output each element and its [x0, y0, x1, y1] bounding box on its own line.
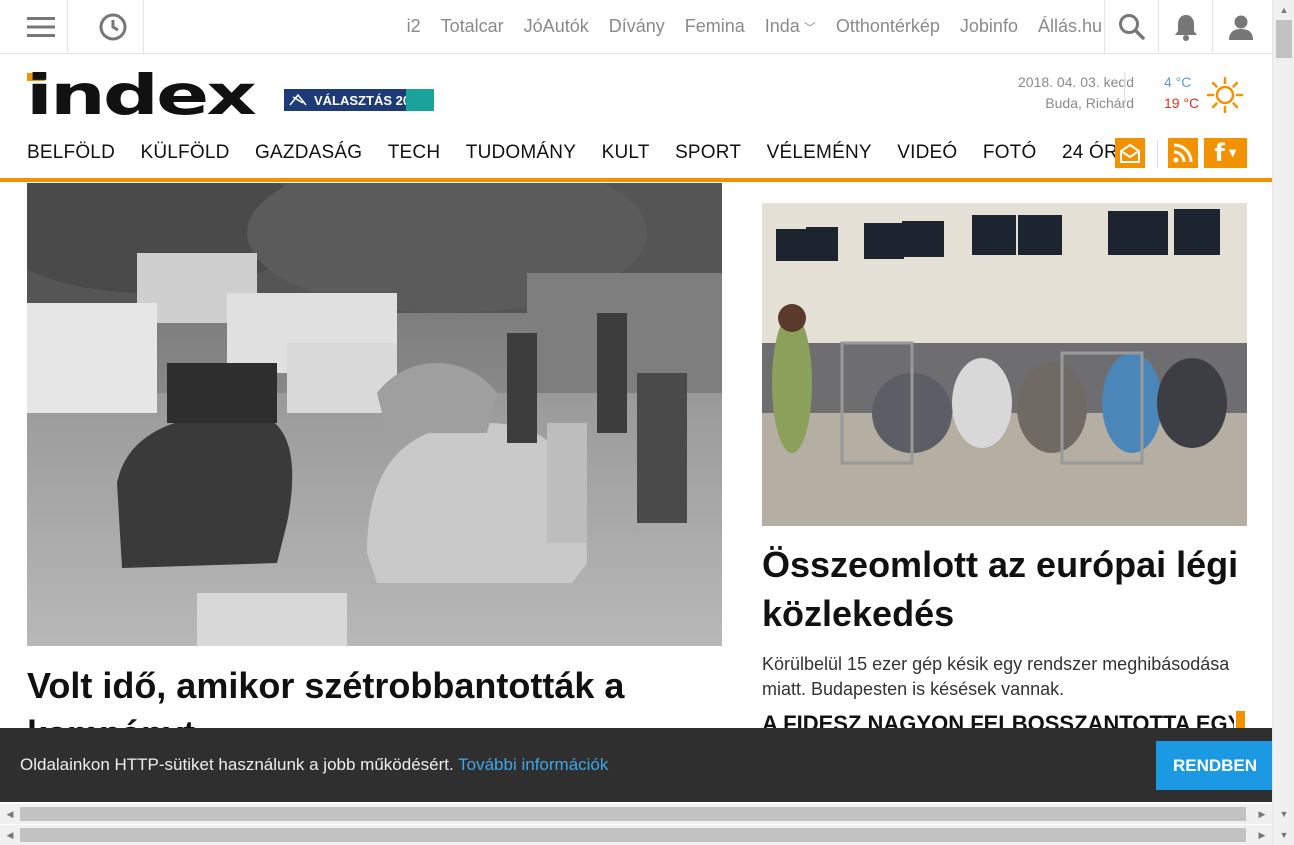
cookie-consent-bar: Oldalainkon HTTP-sütiket használunk a jo… — [0, 728, 1274, 802]
nav-item-foto[interactable]: FOTÓ — [983, 142, 1037, 164]
clock-icon[interactable] — [82, 0, 144, 53]
partner-link-femina[interactable]: Femina — [685, 16, 745, 37]
cookie-message-text: Oldalainkon HTTP-sütiket használunk a jo… — [20, 755, 454, 774]
election-icon — [289, 93, 307, 106]
nav-item-tech[interactable]: TECH — [388, 142, 441, 164]
vertical-scrollbar-thumb[interactable] — [1276, 20, 1292, 58]
sun-icon[interactable] — [1206, 76, 1244, 114]
article-photo-car-bomb[interactable] — [27, 183, 722, 646]
nav-item-gazdasag[interactable]: GAZDASÁG — [255, 142, 362, 164]
nav-item-tudomany[interactable]: TUDOMÁNY — [466, 142, 576, 164]
current-date: 2018. 04. 03. kedd — [1018, 74, 1134, 90]
horizontal-scrollbar[interactable]: ◀ ▶ — [0, 804, 1272, 824]
facebook-dropdown-button[interactable]: f ▼ — [1204, 138, 1247, 168]
top-utility-bar: i2 Totalcar JóAutók Dívány Femina Inda ﹀ … — [0, 0, 1272, 54]
article-photo-airport[interactable] — [762, 203, 1247, 526]
bell-icon[interactable] — [1158, 0, 1212, 53]
partner-links: i2 Totalcar JóAutók Dívány Femina Inda ﹀ … — [407, 0, 1102, 53]
partner-link-otthonterkep[interactable]: Otthontérkép — [836, 16, 940, 37]
index-logo[interactable]: index — [26, 63, 258, 127]
nav-item-kulfold[interactable]: KÜLFÖLD — [141, 142, 230, 164]
partner-link-inda-label: Inda — [764, 16, 800, 36]
scroll-right-arrow-icon-2[interactable]: ▶ — [1254, 827, 1270, 843]
cookie-more-info-link[interactable]: További információk — [458, 755, 608, 774]
scroll-up-arrow-icon[interactable]: ▲ — [1273, 2, 1294, 18]
newsletter-mail-icon[interactable] — [1115, 138, 1145, 168]
temp-high: 19 °C — [1164, 95, 1200, 111]
header-divider — [1124, 72, 1125, 112]
nav-item-belfold[interactable]: BELFÖLD — [27, 142, 115, 164]
vertical-scrollbar[interactable]: ▲ ▼ ▼ — [1272, 0, 1294, 845]
name-day-location: Buda, Richárd — [1045, 95, 1134, 111]
partner-link-i2[interactable]: i2 — [407, 16, 421, 37]
scroll-down-arrow-icon-2[interactable]: ▼ — [1273, 827, 1294, 843]
horizontal-scrollbar-thumb[interactable] — [20, 807, 1246, 821]
nav-item-kult[interactable]: KULT — [602, 142, 650, 164]
partner-link-allas[interactable]: Állás.hu — [1038, 16, 1102, 37]
caret-down-icon: ▼ — [1228, 147, 1237, 159]
partner-link-joautok[interactable]: JóAutók — [524, 16, 589, 37]
scroll-left-arrow-icon-2[interactable]: ◀ — [2, 827, 18, 843]
temp-low: 4 °C — [1164, 74, 1192, 90]
scroll-right-arrow-icon[interactable]: ▶ — [1254, 806, 1270, 822]
nav-item-velemeny[interactable]: VÉLEMÉNY — [767, 142, 872, 164]
article-headline-2[interactable]: Összeomlott az európai légi közlekedés — [762, 540, 1247, 638]
facebook-icon: f — [1214, 139, 1225, 167]
date-location: 2018. 04. 03. kedd Buda, Richárd — [1018, 72, 1134, 114]
horizontal-scrollbar-2[interactable]: ◀ ▶ — [0, 825, 1272, 845]
weather-temps[interactable]: 4 °C 19 °C — [1164, 72, 1199, 114]
nav-item-video[interactable]: VIDEÓ — [897, 142, 957, 164]
user-icon[interactable] — [1212, 0, 1268, 53]
article-lead-2: Körülbelül 15 ezer gép késik egy rendsze… — [762, 654, 1230, 699]
chevron-down-icon: ﹀ — [803, 21, 816, 35]
hamburger-menu-icon[interactable] — [14, 0, 68, 53]
scroll-left-arrow-icon[interactable]: ◀ — [2, 806, 18, 822]
horizontal-scrollbar-thumb-2[interactable] — [20, 828, 1246, 842]
cookie-message: Oldalainkon HTTP-sütiket használunk a jo… — [20, 755, 608, 775]
partner-link-totalcar[interactable]: Totalcar — [441, 16, 504, 37]
nav-item-sport[interactable]: SPORT — [675, 142, 741, 164]
election-badge-stripe — [406, 89, 434, 111]
main-navigation: BELFÖLD KÜLFÖLD GAZDASÁG TECH TUDOMÁNY K… — [0, 134, 1272, 182]
search-icon[interactable] — [1104, 0, 1158, 53]
partner-link-divany[interactable]: Dívány — [609, 16, 665, 37]
scroll-down-arrow-icon[interactable]: ▼ — [1273, 806, 1294, 822]
cookie-accept-button[interactable]: RENDBEN — [1156, 741, 1274, 790]
partner-link-inda[interactable]: Inda ﹀ — [765, 16, 816, 37]
logo-text: index — [26, 70, 256, 120]
rss-icon[interactable] — [1168, 138, 1198, 168]
partner-link-jobinfo[interactable]: Jobinfo — [960, 16, 1018, 37]
nav-divider — [1157, 140, 1158, 168]
